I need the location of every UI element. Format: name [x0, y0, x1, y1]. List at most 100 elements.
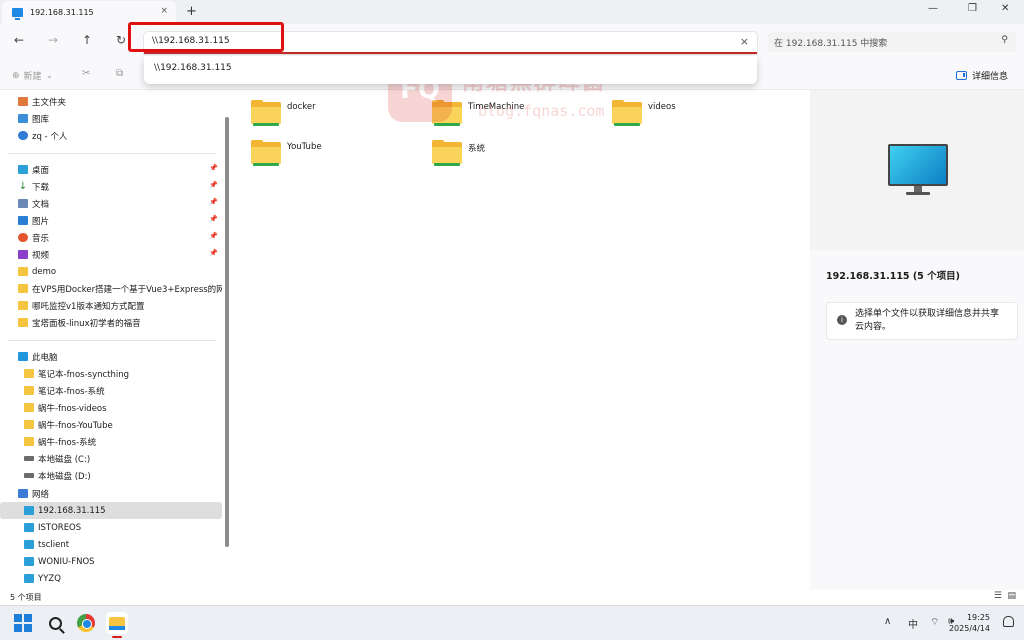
- folder-icon: [18, 284, 28, 293]
- sidebar-item-label: 图片: [32, 216, 50, 227]
- drive-icon: [24, 456, 34, 461]
- item-count: 5 个项目: [10, 593, 42, 602]
- sidebar-item-host[interactable]: tsclient: [0, 536, 222, 553]
- folder-icon: [18, 267, 28, 276]
- sidebar-item-host-selected[interactable]: 192.168.31.115: [0, 502, 222, 519]
- taskbar-file-explorer[interactable]: [106, 612, 128, 634]
- taskbar-search-button[interactable]: [44, 612, 66, 634]
- forward-button[interactable]: →: [48, 33, 58, 47]
- clock-date: 2025/4/14: [948, 624, 990, 633]
- sidebar-item-network-drive[interactable]: 笔记本-fnos-syncthing: [0, 365, 222, 382]
- search-box[interactable]: 在 192.168.31.115 中搜索 ⚲: [768, 32, 1016, 52]
- start-button[interactable]: [12, 612, 34, 634]
- sidebar-item-music[interactable]: 音乐 📌: [0, 229, 222, 246]
- drive-icon: [24, 473, 34, 478]
- sidebar-item-downloads[interactable]: ↓ 下载 📌: [0, 178, 222, 195]
- up-button[interactable]: ↑: [82, 33, 92, 47]
- sidebar-item-label: 视频: [32, 250, 50, 261]
- sidebar-item-network-drive[interactable]: 蜗牛-fnos-videos: [0, 399, 222, 416]
- sidebar-item-label: 文档: [32, 199, 50, 210]
- folder-name: videos: [648, 102, 676, 112]
- sidebar-item-label: 下载: [32, 182, 50, 193]
- close-window-button[interactable]: ✕: [1001, 3, 1009, 14]
- sidebar-item-network-drive[interactable]: 蜗牛-fnos-YouTube: [0, 416, 222, 433]
- sidebar-item-label: YYZQ: [38, 573, 61, 584]
- clock[interactable]: 19:25 2025/4/14: [949, 612, 990, 634]
- search-placeholder[interactable]: 在 192.168.31.115 中搜索: [774, 36, 887, 49]
- folder-item[interactable]: YouTube: [251, 140, 322, 166]
- back-button[interactable]: ←: [14, 33, 24, 47]
- tiles-view-icon[interactable]: ▤: [1007, 591, 1016, 601]
- preview-area: [810, 90, 1024, 250]
- folder-name: docker: [287, 102, 316, 112]
- network-pc-icon: [12, 8, 23, 20]
- new-tab-button[interactable]: +: [186, 4, 197, 19]
- sidebar-item-label: 网络: [32, 489, 50, 500]
- sidebar-item-network-drive[interactable]: 笔记本-fnos-系统: [0, 382, 222, 399]
- cut-icon[interactable]: ✂: [82, 68, 90, 79]
- sidebar-item-documents[interactable]: 文档 📌: [0, 195, 222, 212]
- sidebar-item-label: demo: [32, 266, 57, 277]
- annotation-highlight-box: [128, 22, 284, 52]
- new-button[interactable]: ⊕ 新建 ⌄: [12, 69, 53, 83]
- taskbar-chrome[interactable]: [75, 612, 97, 634]
- network-status-icon[interactable]: ⌔: [930, 616, 939, 629]
- sidebar-item-gallery[interactable]: 图库: [0, 110, 222, 127]
- sidebar-item-nezha[interactable]: 哪吒监控v1版本通知方式配置: [0, 297, 222, 314]
- details-view-icon[interactable]: ☰: [994, 591, 1002, 601]
- sidebar-item-demo[interactable]: demo: [0, 263, 222, 280]
- sidebar-item-network[interactable]: 网络: [0, 485, 222, 502]
- sidebar-item-home[interactable]: 主文件夹: [0, 93, 222, 110]
- notification-bell-icon[interactable]: [1003, 616, 1014, 627]
- maximize-button[interactable]: ❐: [968, 3, 977, 14]
- sidebar-scrollbar[interactable]: [225, 117, 229, 547]
- navigation-pane: 主文件夹 图库 zq - 个人 桌面 📌 ↓ 下载 📌 文档 📌 图片 📌 音乐…: [0, 90, 232, 590]
- sidebar-item-videos[interactable]: 视频 📌: [0, 246, 222, 263]
- sidebar-item-label: 蜗牛-fnos-YouTube: [38, 420, 113, 431]
- sidebar-item-onedrive[interactable]: zq - 个人: [0, 127, 222, 144]
- sidebar-item-pictures[interactable]: 图片 📌: [0, 212, 222, 229]
- video-icon: [18, 250, 28, 259]
- computer-icon: [24, 557, 34, 566]
- search-icon[interactable]: ⚲: [1001, 35, 1008, 45]
- minimize-button[interactable]: —: [928, 3, 938, 14]
- tab-title: 192.168.31.115: [30, 8, 94, 17]
- computer-icon: [24, 506, 34, 515]
- sidebar-item-drive-c[interactable]: 本地磁盘 (C:): [0, 450, 222, 467]
- sidebar-item-host[interactable]: ISTOREOS: [0, 519, 222, 536]
- sidebar-item-vps-docker[interactable]: 在VPS用Docker搭建一个基于Vue3+Express的网: [0, 280, 222, 297]
- tab-close-icon[interactable]: ×: [160, 6, 168, 16]
- sidebar-item-host[interactable]: YYZQ: [0, 570, 222, 587]
- sidebar-item-label: 192.168.31.115: [38, 505, 106, 516]
- sidebar-item-drive-d[interactable]: 本地磁盘 (D:): [0, 467, 222, 484]
- file-list: docker TimeMachine videos YouTube 系统: [234, 90, 808, 590]
- sidebar-item-label: 音乐: [32, 233, 50, 244]
- home-icon: [18, 97, 28, 106]
- folder-item[interactable]: 系统: [432, 140, 485, 166]
- search-icon: [48, 616, 62, 630]
- folder-item[interactable]: videos: [612, 100, 676, 126]
- network-folder-icon: [24, 403, 34, 412]
- folder-name: TimeMachine: [468, 102, 525, 112]
- folder-item[interactable]: TimeMachine: [432, 100, 524, 126]
- sidebar-item-label: 本地磁盘 (D:): [38, 471, 91, 482]
- tray-overflow-icon[interactable]: ∧: [884, 616, 891, 627]
- sidebar-item-this-pc[interactable]: 此电脑: [0, 348, 222, 365]
- folder-item[interactable]: docker: [251, 100, 316, 126]
- sidebar-item-host[interactable]: WONIU-FNOS: [0, 553, 222, 570]
- network-folder-icon: [24, 437, 34, 446]
- sidebar-item-network-drive[interactable]: 蜗牛-fnos-系统: [0, 433, 222, 450]
- pin-icon: 📌: [209, 164, 218, 172]
- tab-active[interactable]: 192.168.31.115 ×: [2, 1, 176, 24]
- address-suggestion-item[interactable]: \\192.168.31.115: [154, 63, 232, 73]
- gallery-icon: [18, 114, 28, 123]
- copy-icon[interactable]: ⧉: [116, 68, 123, 79]
- details-pane-button[interactable]: 详细信息: [955, 69, 1008, 82]
- clear-address-icon[interactable]: ×: [740, 35, 749, 48]
- title-bar: 192.168.31.115 × + — ❐ ✕: [0, 0, 1024, 24]
- pin-icon: 📌: [209, 181, 218, 189]
- sidebar-item-baota[interactable]: 宝塔面板-linux初学者的福音: [0, 314, 222, 331]
- ime-indicator[interactable]: 中: [908, 616, 918, 631]
- sidebar-item-desktop[interactable]: 桌面 📌: [0, 161, 222, 178]
- refresh-button[interactable]: ↻: [116, 33, 126, 47]
